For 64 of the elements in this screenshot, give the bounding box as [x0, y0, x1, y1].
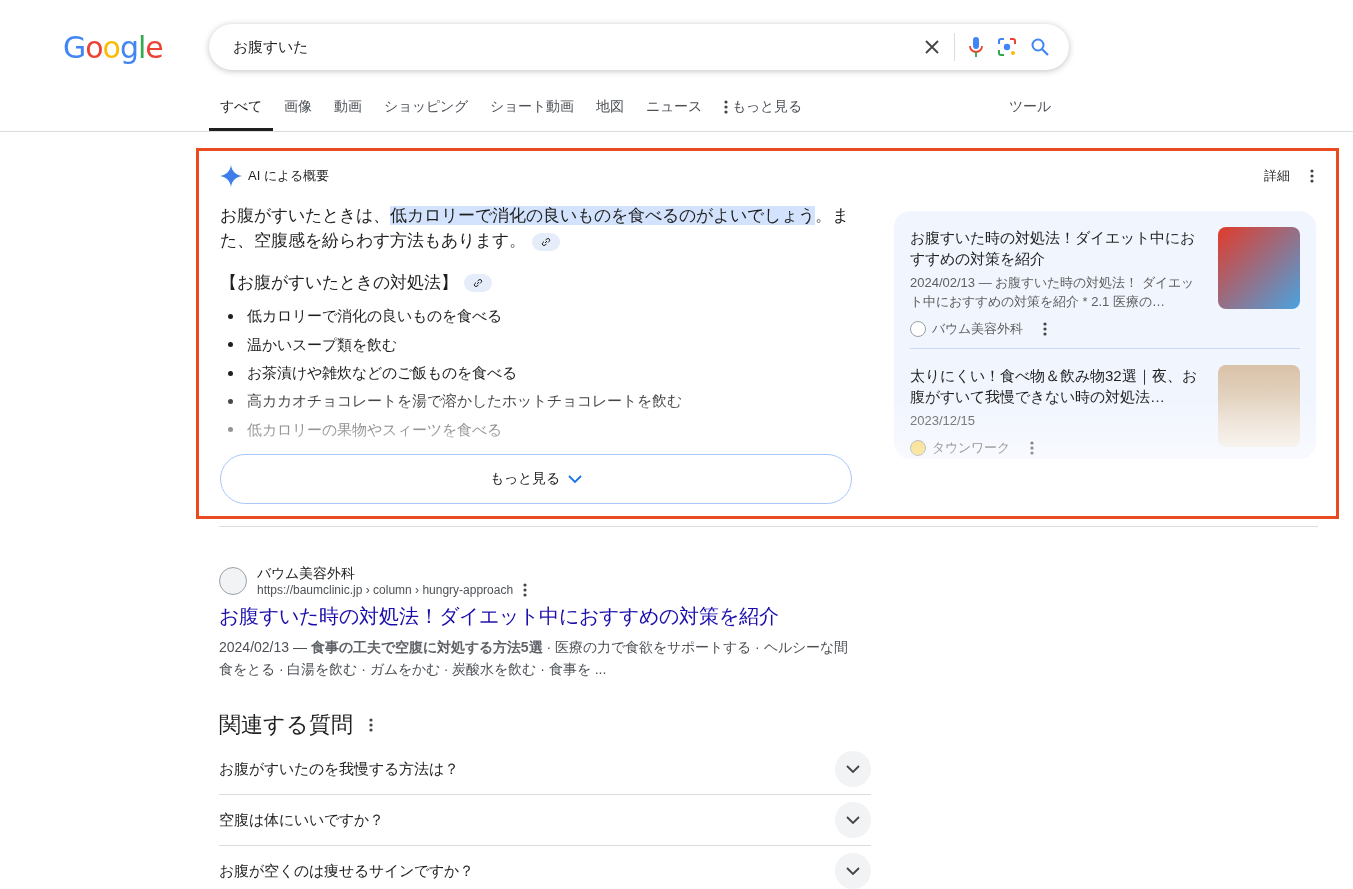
- bullet-icon: [228, 313, 233, 319]
- search-icon[interactable]: [1030, 38, 1049, 56]
- tab[interactable]: すべて: [209, 98, 273, 131]
- close-icon[interactable]: [923, 39, 940, 55]
- search-input[interactable]: お腹すいた: [230, 37, 910, 57]
- more-icon[interactable]: [724, 100, 728, 114]
- list-item: 低カロリーの果物やスィーツを食べる: [247, 419, 502, 440]
- bullet-icon: [228, 370, 233, 376]
- related-questions-title: 関連する質問: [219, 711, 353, 739]
- microphone-icon[interactable]: [968, 36, 983, 58]
- list-item: お茶漬けや雑炊などのご飯ものを食べる: [247, 363, 517, 383]
- more-options-icon[interactable]: [1043, 321, 1047, 336]
- tools-link[interactable]: ツール: [1009, 98, 1051, 131]
- expand-button[interactable]: [835, 802, 871, 838]
- more-options-icon[interactable]: [523, 583, 528, 597]
- question-row[interactable]: お腹がすいたのを我慢する方法は？: [219, 744, 871, 795]
- chevron-down-icon: [568, 474, 582, 484]
- camera-icon[interactable]: [996, 37, 1017, 57]
- bullet-icon: [228, 398, 233, 404]
- list-heading: 【お腹がすいたときの対処法】: [220, 271, 852, 294]
- tab[interactable]: 地図: [585, 98, 635, 131]
- source-snippet: 2024/02/13 — お腹すいた時の対処法！ ダイエット中におすすめの対策を紹介 * 2.1 医療の…: [910, 274, 1195, 311]
- tab[interactable]: 動画: [323, 98, 373, 131]
- site-favicon: [219, 567, 247, 595]
- site-favicon: [910, 320, 926, 337]
- list-item: 温かいスープ類を飲む: [247, 334, 397, 355]
- link-icon: [541, 236, 551, 247]
- source-site: バウム美容外科: [932, 320, 1023, 338]
- summary-paragraph: お腹がすいたときは、低カロリーで消化の良いものを食べるのがよいでしょう。また、空腹感を紛らわす方法もあります。: [220, 205, 850, 253]
- question-row[interactable]: お腹が空くのは痩せるサインですか？: [219, 846, 871, 889]
- more-options-icon[interactable]: [369, 718, 373, 732]
- tab[interactable]: 画像: [273, 98, 323, 131]
- source-title[interactable]: お腹すいた時の対処法！ダイエット中におすすめの対策を紹介: [910, 227, 1206, 269]
- result-site-name: バウム美容外科: [257, 565, 356, 583]
- result-snippet: 2024/02/13 — 食事の工夫で空腹に対処する方法5選 · 医療の力で食欲をサポートする · ヘルシーな間食をとる · 白湯を飲む · ガムをかむ · 炭酸水を飲む · 食事を ...: [219, 638, 849, 679]
- tab[interactable]: もっと見る: [713, 98, 813, 131]
- source-site: タウンワーク: [932, 439, 1010, 457]
- list-item: 高カカオチョコレートを湯で溶かしたホットチョコレートを飲む: [247, 391, 682, 412]
- ai-overview-title: AI による概要: [248, 167, 329, 185]
- tab[interactable]: ショート動画: [479, 98, 585, 131]
- source-title[interactable]: 太りにくい！食べ物＆飲み物32選｜夜、お腹がすいて我慢できない時の対処法…: [910, 365, 1206, 407]
- question-text: お腹がすいたのを我慢する方法は？: [219, 759, 459, 779]
- list-item: 低カロリーで消化の良いものを食べる: [247, 306, 502, 327]
- question-text: 空腹は体にいいですか？: [219, 810, 384, 830]
- bullet-icon: [228, 427, 233, 433]
- question-row[interactable]: 空腹は体にいいですか？: [219, 795, 871, 846]
- more-options-icon[interactable]: [1310, 169, 1314, 183]
- question-text: お腹が空くのは痩せるサインですか？: [219, 861, 474, 881]
- link-icon: [473, 277, 483, 288]
- expand-button[interactable]: [835, 751, 871, 787]
- source-link-chip[interactable]: [464, 273, 492, 292]
- show-more-button[interactable]: もっと見る: [220, 454, 852, 504]
- sparkle-icon: [220, 165, 242, 187]
- source-link-chip[interactable]: [532, 232, 560, 251]
- details-link[interactable]: 詳細: [1264, 167, 1290, 185]
- bullet-icon: [228, 342, 233, 348]
- result-title-link[interactable]: お腹すいた時の対処法！ダイエット中におすすめの対策を紹介: [219, 603, 856, 630]
- source-snippet: 2023/12/15: [910, 412, 977, 430]
- google-logo[interactable]: Google: [63, 29, 163, 65]
- site-favicon: [910, 439, 926, 456]
- tab[interactable]: ショッピング: [373, 98, 479, 131]
- tab[interactable]: ニュース: [635, 98, 713, 131]
- result-url: https://baumclinic.jp › column › hungry-approach: [257, 583, 514, 597]
- expand-button[interactable]: [835, 853, 871, 889]
